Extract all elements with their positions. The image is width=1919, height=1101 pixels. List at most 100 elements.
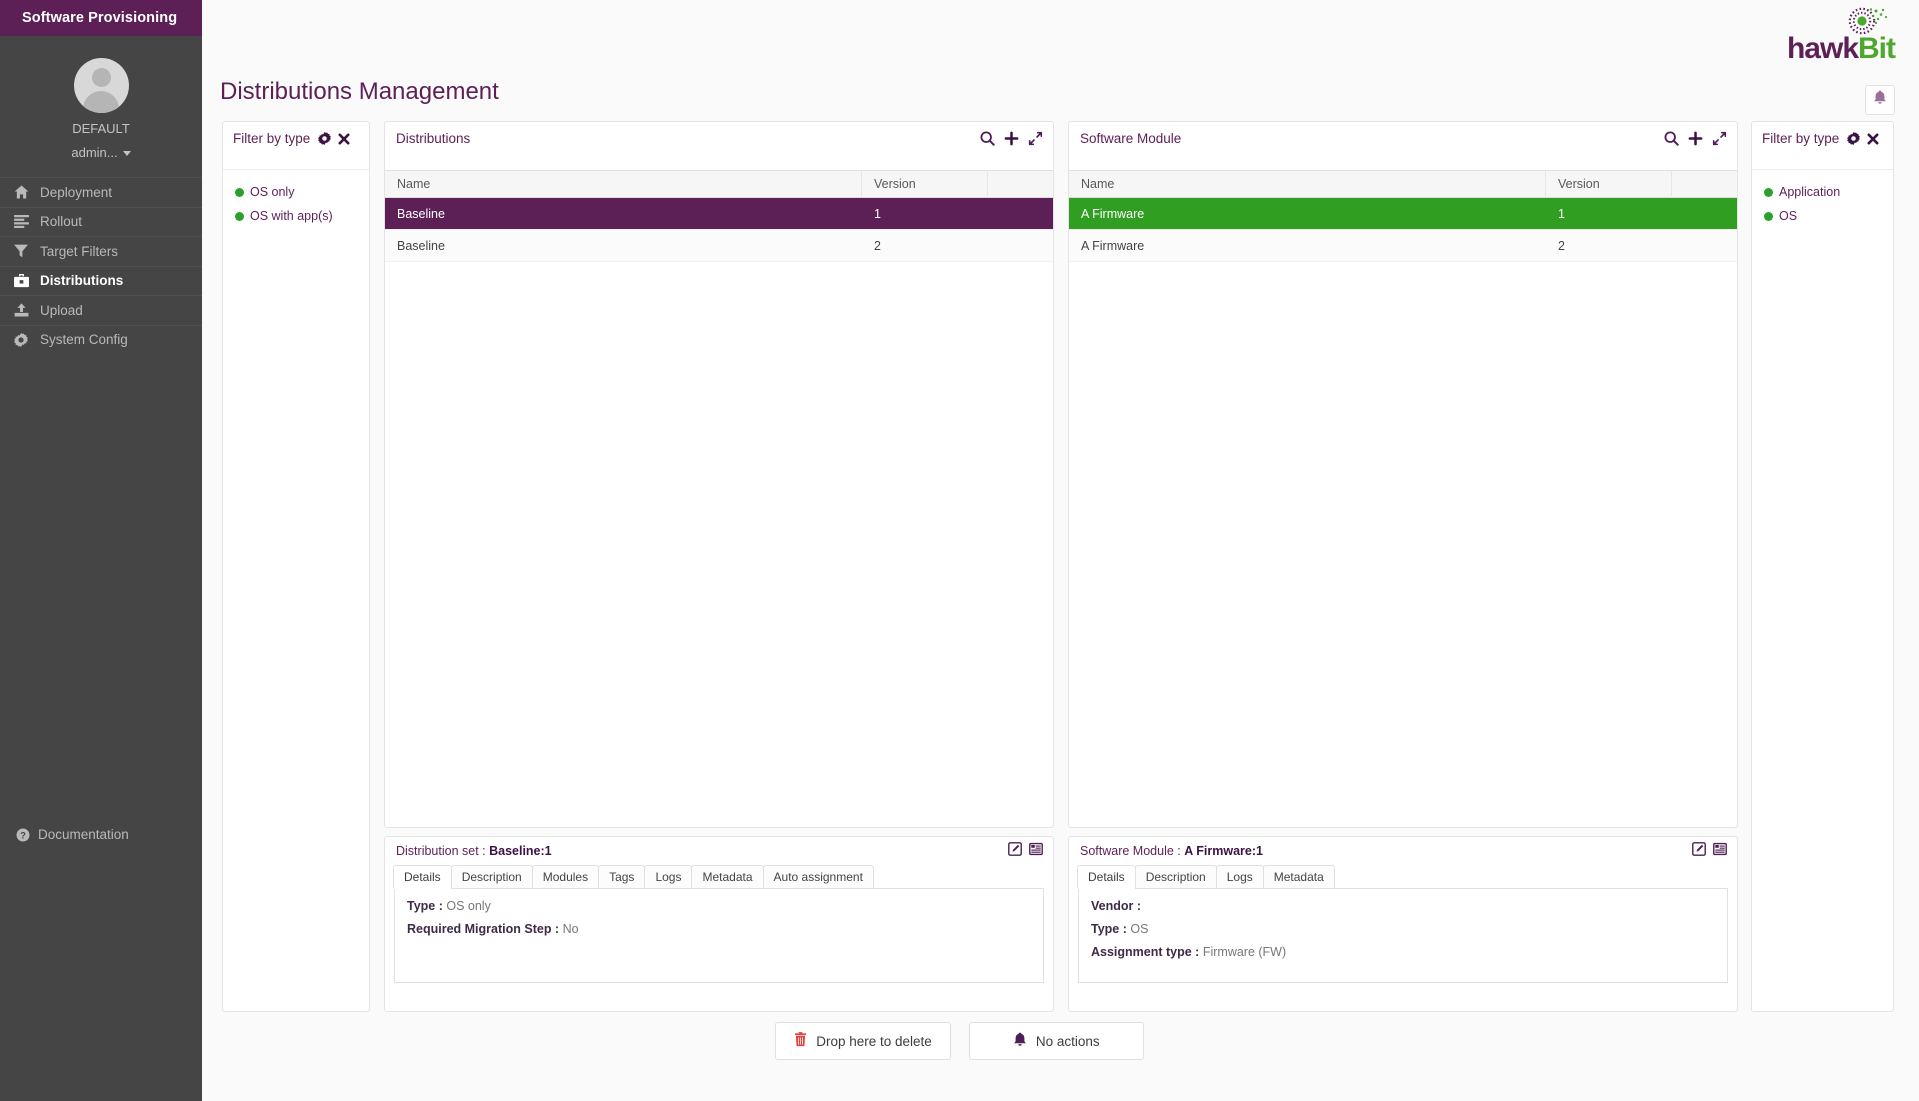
sidebar-user-block[interactable]: DEFAULT admin...	[0, 36, 202, 177]
field-key: Required Migration Step :	[407, 922, 563, 936]
maximize-icon[interactable]	[1028, 131, 1043, 146]
filter-by-type-panel-right: Filter by type Application OS	[1751, 121, 1894, 1012]
gear-icon[interactable]	[1847, 132, 1860, 150]
filter-right-title: Filter by type	[1762, 131, 1839, 146]
filter-left-header: Filter by type	[223, 122, 369, 170]
filter-left-list: OS only OS with app(s)	[223, 170, 369, 228]
column-header-actions	[988, 170, 1053, 198]
detail-list-icon[interactable]	[1713, 842, 1727, 861]
column-header-name[interactable]: Name	[1069, 170, 1546, 198]
sidebar-item-deployment[interactable]: Deployment	[0, 177, 202, 207]
filter-option-label: OS	[1779, 209, 1797, 223]
cell-name: Baseline	[385, 230, 862, 262]
column-header-actions	[1672, 170, 1737, 198]
user-name: admin...	[71, 144, 117, 161]
distribution-set-tabs: Details Description Modules Tags Logs Me…	[385, 865, 1053, 888]
sidebar-label-rollout: Rollout	[40, 214, 82, 229]
edit-icon[interactable]	[1008, 842, 1022, 861]
help-circle-icon: ?	[16, 828, 38, 842]
detail-field-assignment-type: Assignment type : Firmware (FW)	[1091, 945, 1727, 959]
sidebar-item-documentation[interactable]: ? Documentation	[0, 827, 202, 842]
filter-option-os-only[interactable]: OS only	[223, 180, 369, 204]
cell-version: 2	[1546, 230, 1672, 262]
no-actions-button[interactable]: No actions	[969, 1022, 1144, 1060]
gear-icon[interactable]	[318, 132, 331, 150]
software-module-detail-panel: Software Module : A Firmware:1	[1068, 836, 1738, 1012]
type-color-dot	[235, 212, 244, 221]
detail-field-type: Type : OS only	[407, 899, 1043, 913]
tab-description[interactable]: Description	[451, 865, 533, 888]
cell-version: 1	[862, 198, 988, 230]
table-row[interactable]: Baseline 1	[385, 198, 1053, 230]
filter-option-label: OS with app(s)	[250, 209, 333, 223]
tab-modules[interactable]: Modules	[532, 865, 599, 888]
logo-hawk-text: hawk	[1787, 32, 1858, 65]
svg-text:?: ?	[20, 830, 26, 840]
notification-bell-button[interactable]	[1865, 85, 1895, 115]
sidebar: Software Provisioning DEFAULT admin... D…	[0, 0, 202, 1101]
tab-description[interactable]: Description	[1135, 865, 1217, 888]
plus-icon[interactable]	[1688, 131, 1703, 146]
software-module-table-header: Name Version	[1069, 170, 1737, 198]
column-header-version[interactable]: Version	[1546, 170, 1672, 198]
tab-metadata[interactable]: Metadata	[1263, 865, 1335, 888]
tab-logs[interactable]: Logs	[1216, 865, 1264, 888]
tab-auto-assignment[interactable]: Auto assignment	[763, 865, 874, 888]
briefcase-icon	[14, 274, 40, 288]
cell-actions	[1672, 198, 1737, 230]
column-header-name[interactable]: Name	[385, 170, 862, 198]
detail-field-required-migration-step: Required Migration Step : No	[407, 922, 1043, 936]
field-value: OS only	[446, 899, 490, 913]
filter-option-label: OS only	[250, 185, 294, 199]
hawkbit-logo-mark	[1770, 6, 1895, 36]
tab-logs[interactable]: Logs	[644, 865, 692, 888]
close-icon[interactable]	[1867, 132, 1879, 150]
close-icon[interactable]	[338, 132, 350, 150]
tab-details[interactable]: Details	[1077, 865, 1136, 888]
table-row[interactable]: A Firmware 2	[1069, 230, 1737, 262]
cell-actions	[988, 198, 1053, 230]
user-menu[interactable]: admin...	[71, 144, 130, 161]
tab-tags[interactable]: Tags	[598, 865, 645, 888]
sidebar-item-distributions[interactable]: Distributions	[0, 266, 202, 296]
maximize-icon[interactable]	[1712, 131, 1727, 146]
software-module-tabs: Details Description Logs Metadata	[1069, 865, 1737, 888]
filter-option-application[interactable]: Application	[1752, 180, 1893, 204]
no-actions-label: No actions	[1036, 1034, 1100, 1049]
table-row[interactable]: A Firmware 1	[1069, 198, 1737, 230]
sidebar-item-system-config[interactable]: System Config	[0, 325, 202, 355]
filter-option-os-with-apps[interactable]: OS with app(s)	[223, 204, 369, 228]
sidebar-label-upload: Upload	[40, 303, 83, 318]
detail-caption: Distribution set : Baseline:1	[396, 844, 552, 858]
search-icon[interactable]	[1664, 131, 1679, 146]
plus-icon[interactable]	[1004, 131, 1019, 146]
table-row[interactable]: Baseline 2	[385, 230, 1053, 262]
drop-here-to-delete-button[interactable]: Drop here to delete	[775, 1022, 951, 1060]
type-color-dot	[1764, 188, 1773, 197]
detail-caption: Software Module : A Firmware:1	[1080, 844, 1263, 858]
detail-list-icon[interactable]	[1029, 842, 1043, 861]
chevron-down-icon[interactable]	[123, 151, 131, 156]
search-icon[interactable]	[980, 131, 995, 146]
sidebar-item-rollout[interactable]: Rollout	[0, 207, 202, 237]
cell-actions	[988, 230, 1053, 262]
field-value: OS	[1130, 922, 1148, 936]
filter-option-os[interactable]: OS	[1752, 204, 1893, 228]
sidebar-label-deployment: Deployment	[40, 185, 112, 200]
sidebar-label-system-config: System Config	[40, 332, 128, 347]
sidebar-item-upload[interactable]: Upload	[0, 295, 202, 325]
column-header-version[interactable]: Version	[862, 170, 988, 198]
avatar	[74, 58, 129, 113]
field-value: Firmware (FW)	[1203, 945, 1286, 959]
software-module-panel-header: Software Module	[1069, 122, 1737, 170]
sidebar-item-target-filters[interactable]: Target Filters	[0, 236, 202, 266]
field-key: Vendor :	[1091, 899, 1141, 913]
detail-caption-label: Software Module :	[1080, 844, 1184, 858]
cell-version: 2	[862, 230, 988, 262]
tab-details[interactable]: Details	[393, 865, 452, 888]
filter-by-type-panel-left: Filter by type OS only OS with app(s)	[222, 121, 370, 1012]
bell-icon	[1873, 90, 1887, 110]
type-color-dot	[235, 188, 244, 197]
tab-metadata[interactable]: Metadata	[691, 865, 763, 888]
edit-icon[interactable]	[1692, 842, 1706, 861]
